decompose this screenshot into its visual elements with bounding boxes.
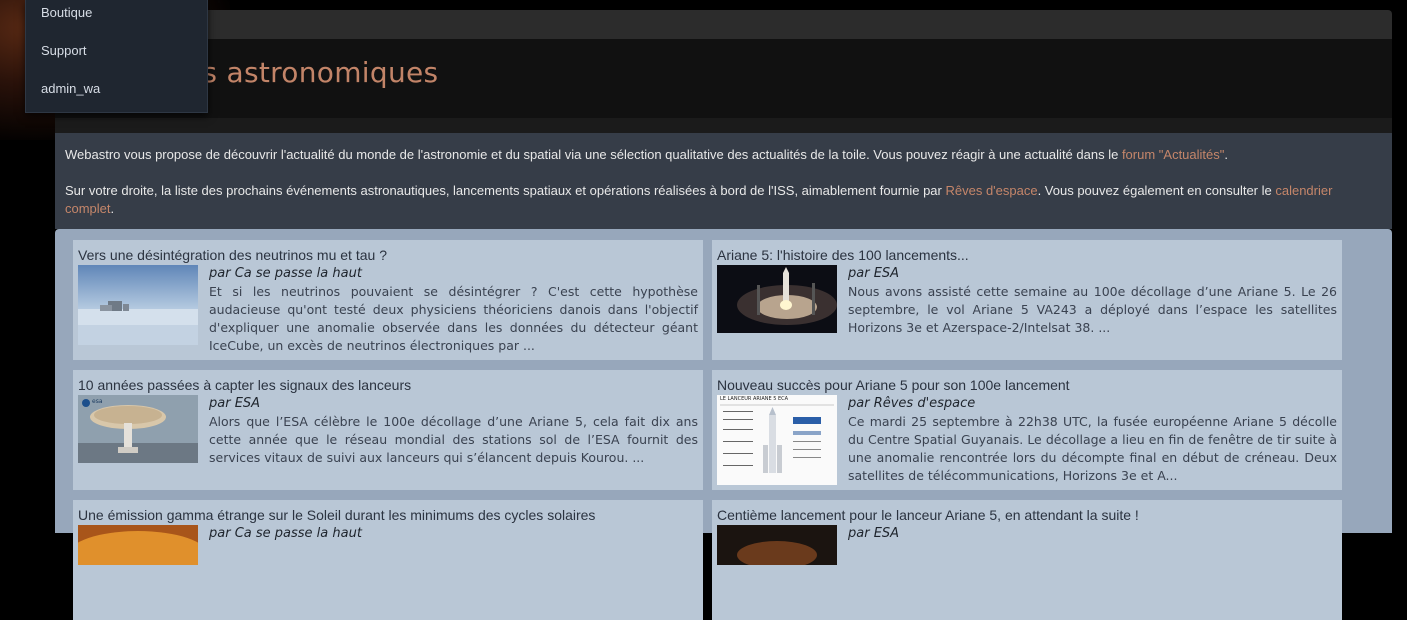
news-card: Nouveau succès pour Ariane 5 pour son 10… <box>712 370 1342 490</box>
news-title-link[interactable]: Une émission gamma étrange sur le Soleil… <box>78 506 698 524</box>
news-title-link[interactable]: Ariane 5: l'histoire des 100 lancements.… <box>717 246 1337 264</box>
news-card: Ariane 5: l'histoire des 100 lancements.… <box>712 240 1342 360</box>
news-thumbnail[interactable] <box>717 525 837 565</box>
news-excerpt: Et si les neutrinos pouvaient se désinté… <box>209 284 698 353</box>
news-thumbnail[interactable]: esa <box>78 395 198 475</box>
news-author: par ESA <box>848 526 900 541</box>
news-body: par Ca se passe la haut <box>78 525 698 565</box>
news-text: par Ca se passe la haut <box>209 525 698 543</box>
news-text: par Ca se passe la haut Et si les neutri… <box>209 265 698 355</box>
intro-panel: Webastro vous propose de découvrir l'act… <box>55 133 1392 229</box>
news-excerpt: Nous avons assisté cette semaine au 100e… <box>848 284 1337 335</box>
news-grid: Vers une désintégration des neutrinos mu… <box>55 229 1392 620</box>
menu-item-support[interactable]: Support <box>41 43 87 58</box>
news-author: par ESA <box>848 266 900 281</box>
news-card: 10 années passées à capter les signaux d… <box>73 370 703 490</box>
news-title-link[interactable]: Vers une désintégration des neutrinos mu… <box>78 246 698 264</box>
intro-text-1: Webastro vous propose de découvrir l'act… <box>65 147 1122 162</box>
news-text: par Rêves d'espace Ce mardi 25 septembre… <box>848 395 1337 485</box>
user-dropdown-menu: Boutique Support admin_wa <box>25 0 208 113</box>
news-body: esa par ESA Alors que l’ESA célèbre le 1… <box>78 395 698 467</box>
news-author: par Rêves d'espace <box>848 396 976 411</box>
news-title-link[interactable]: Nouveau succès pour Ariane 5 pour son 10… <box>717 376 1337 394</box>
news-author: par Ca se passe la haut <box>209 526 362 541</box>
news-author: par ESA <box>209 396 261 411</box>
news-card: Vers une désintégration des neutrinos mu… <box>73 240 703 360</box>
news-card: Centième lancement pour le lanceur Arian… <box>712 500 1342 620</box>
news-body: par ESA <box>717 525 1337 565</box>
intro-paragraph-1: Webastro vous propose de découvrir l'act… <box>65 146 1382 164</box>
news-thumbnail[interactable] <box>717 265 837 345</box>
news-excerpt: Alors que l’ESA célèbre le 100e décollag… <box>209 414 698 465</box>
news-text: par ESA Nous avons assisté cette semaine… <box>848 265 1337 337</box>
menu-item-admin[interactable]: admin_wa <box>41 81 100 96</box>
news-title-link[interactable]: Centième lancement pour le lanceur Arian… <box>717 506 1337 524</box>
reves-espace-link[interactable]: Rêves d'espace <box>945 183 1037 198</box>
intro-text-2: Sur votre droite, la liste des prochains… <box>65 183 946 198</box>
news-title-link[interactable]: 10 années passées à capter les signaux d… <box>78 376 698 394</box>
news-thumbnail[interactable]: LE LANCEUR ARIANE 5 ECA <box>717 395 837 485</box>
header-divider <box>55 118 1392 133</box>
news-text: par ESA <box>848 525 1337 543</box>
intro-text-1-end: . <box>1224 147 1228 162</box>
news-body: par ESA Nous avons assisté cette semaine… <box>717 265 1337 337</box>
news-thumbnail[interactable] <box>78 265 198 345</box>
intro-paragraph-2: Sur votre droite, la liste des prochains… <box>65 182 1382 218</box>
main-content: Actualités astronomiques Webastro vous p… <box>55 10 1392 620</box>
intro-text-2-mid: . Vous pouvez également en consulter le <box>1037 183 1276 198</box>
forum-actualites-link[interactable]: forum "Actualités" <box>1122 147 1224 162</box>
page-header: Actualités astronomiques <box>55 10 1392 118</box>
intro-text-2-end: . <box>110 201 115 216</box>
news-text: par ESA Alors que l’ESA célèbre le 100e … <box>209 395 698 467</box>
news-thumbnail[interactable] <box>78 525 198 565</box>
news-excerpt: Ce mardi 25 septembre à 22h38 UTC, la fu… <box>848 414 1337 483</box>
news-body: par Ca se passe la haut Et si les neutri… <box>78 265 698 355</box>
menu-item-boutique[interactable]: Boutique <box>41 5 92 20</box>
esa-mark: esa <box>92 398 103 405</box>
news-author: par Ca se passe la haut <box>209 266 362 281</box>
news-body: LE LANCEUR ARIANE 5 ECA par Rêves d'espa… <box>717 395 1337 485</box>
news-card: Une émission gamma étrange sur le Soleil… <box>73 500 703 620</box>
